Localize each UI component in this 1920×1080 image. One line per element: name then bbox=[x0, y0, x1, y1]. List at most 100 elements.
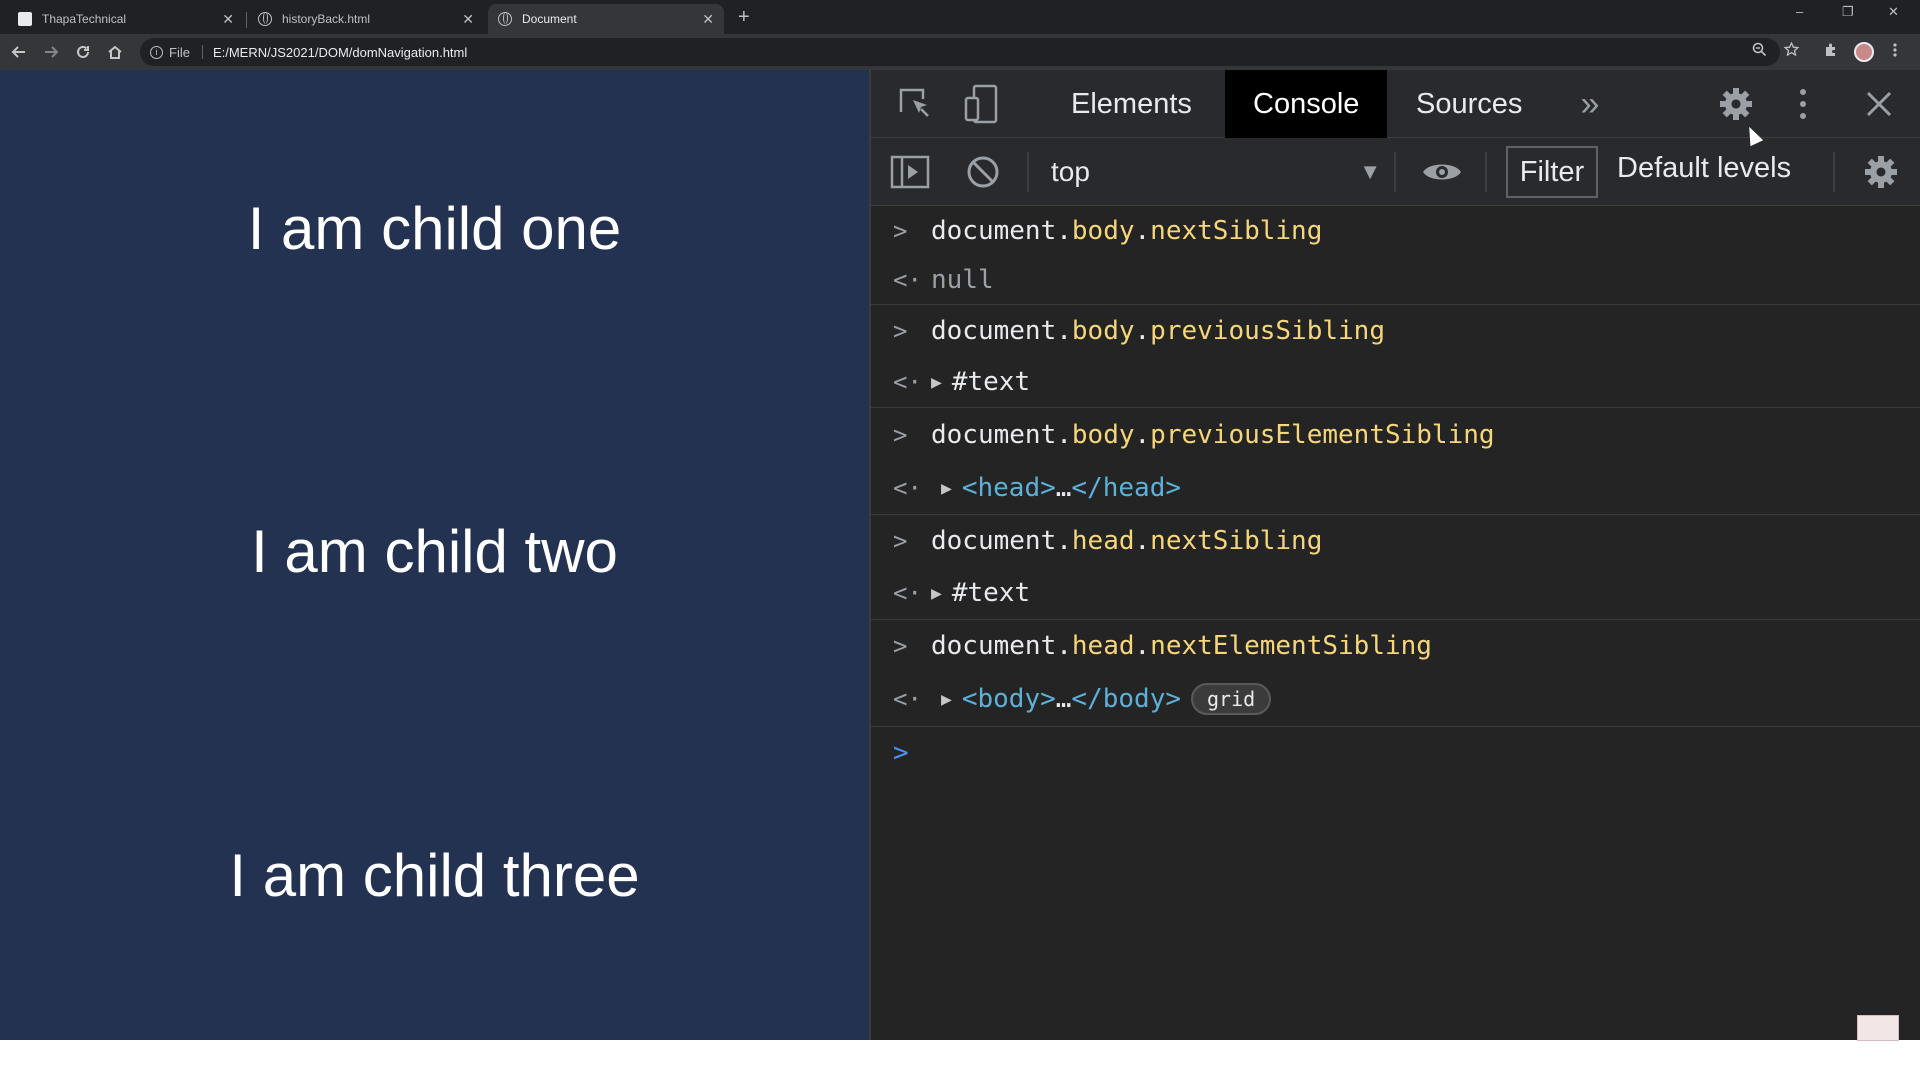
output-arrow-icon: <· bbox=[893, 368, 922, 396]
console-input-line: > document. head. nextSibling bbox=[871, 515, 1920, 567]
input-chevron-icon: > bbox=[893, 217, 908, 245]
omnibox-divider bbox=[201, 45, 203, 59]
console-entry: > document. head. nextSibling <· ▶ #text bbox=[871, 515, 1920, 620]
child-one-text: I am child one bbox=[247, 195, 622, 262]
console-input-line: > document. body. previousSibling bbox=[871, 305, 1920, 357]
tab-divider bbox=[246, 12, 247, 28]
console-output-line[interactable]: <· ▶ <body>… </body> grid bbox=[871, 672, 1920, 726]
device-toolbar-icon[interactable] bbox=[961, 82, 1001, 126]
customize-devtools-menu-icon[interactable] bbox=[1791, 84, 1815, 124]
forward-button[interactable] bbox=[40, 42, 62, 62]
input-chevron-icon: > bbox=[893, 421, 908, 449]
clear-console-icon[interactable] bbox=[963, 152, 1003, 192]
expr-property: nextSibling bbox=[1150, 526, 1323, 556]
output-arrow-icon: <· bbox=[893, 474, 922, 502]
devtools-panel: Elements Console Sources » top ▼ Filter … bbox=[869, 70, 1920, 1041]
tab-elements[interactable]: Elements bbox=[1043, 70, 1220, 138]
console-output-line: <· null bbox=[871, 256, 1920, 304]
expand-triangle-icon[interactable]: ▶ bbox=[941, 689, 952, 710]
more-tabs-chevron-icon[interactable]: » bbox=[1570, 84, 1610, 124]
expr-dot: . bbox=[1056, 316, 1072, 346]
tab-label: Document bbox=[522, 12, 577, 26]
browser-menu-icon[interactable] bbox=[1892, 42, 1898, 62]
home-button[interactable] bbox=[104, 42, 126, 62]
element-ellipsis: … bbox=[1055, 473, 1072, 503]
expand-triangle-icon[interactable]: ▶ bbox=[931, 372, 942, 393]
expr-property: nextElementSibling bbox=[1150, 631, 1432, 661]
output-node[interactable]: #text bbox=[952, 578, 1030, 608]
show-sidebar-icon[interactable] bbox=[889, 152, 931, 192]
grid-badge[interactable]: grid bbox=[1191, 683, 1272, 715]
expr-dot: . bbox=[1134, 216, 1151, 246]
page-viewport: I am child one I am child two I am child… bbox=[0, 70, 869, 1040]
element-close-tag[interactable]: </body> bbox=[1071, 684, 1181, 714]
live-expression-eye-icon[interactable] bbox=[1419, 152, 1465, 192]
element-ellipsis: … bbox=[1055, 684, 1072, 714]
expr-member: body bbox=[1071, 216, 1135, 246]
output-node[interactable]: #text bbox=[952, 367, 1030, 397]
browser-tab-bar: ThapaTechnical ✕ historyBack.html ✕ Docu… bbox=[0, 0, 1920, 34]
expand-triangle-icon[interactable]: ▶ bbox=[941, 478, 952, 499]
console-prompt-line[interactable]: > bbox=[871, 727, 1920, 779]
child-two-text: I am child two bbox=[251, 518, 618, 585]
settings-gear-icon[interactable] bbox=[1716, 84, 1756, 124]
element-close-tag[interactable]: </head> bbox=[1071, 473, 1181, 503]
url-scheme: File bbox=[169, 44, 190, 60]
input-chevron-icon: > bbox=[893, 527, 908, 555]
tab-close-icon[interactable]: ✕ bbox=[222, 11, 234, 28]
expr-property: nextSibling bbox=[1150, 216, 1323, 246]
back-button[interactable] bbox=[8, 42, 30, 62]
extensions-puzzle-icon[interactable] bbox=[1824, 42, 1839, 61]
info-icon[interactable]: i bbox=[150, 45, 163, 59]
output-arrow-icon: <· bbox=[893, 579, 922, 607]
console-output-line[interactable]: <· ▶ #text bbox=[871, 567, 1920, 619]
dropdown-triangle-icon: ▼ bbox=[1359, 159, 1381, 184]
context-selector[interactable]: top ▼ bbox=[1051, 152, 1381, 192]
reload-icon bbox=[77, 45, 89, 58]
expr-object: document bbox=[931, 216, 1057, 246]
minimize-button[interactable]: – bbox=[1796, 4, 1803, 19]
tab-label: historyBack.html bbox=[282, 12, 371, 26]
bookmark-star-icon[interactable] bbox=[1783, 41, 1800, 61]
tab-close-icon[interactable]: ✕ bbox=[702, 11, 714, 28]
zoom-icon[interactable] bbox=[1752, 42, 1767, 61]
expr-dot: . bbox=[1056, 526, 1072, 556]
tab-document[interactable]: Document ✕ bbox=[488, 4, 724, 34]
console-output-line[interactable]: <· ▶ #text bbox=[871, 357, 1920, 407]
filter-input[interactable]: Filter bbox=[1506, 146, 1598, 198]
console-entry: > document. body. nextSibling <· null bbox=[871, 206, 1920, 305]
channel-watermark-logo bbox=[1857, 1015, 1899, 1041]
browser-toolbar: i File E:/MERN/JS2021/DOM/domNavigation.… bbox=[0, 34, 1920, 70]
tab-console[interactable]: Console bbox=[1225, 70, 1388, 138]
expr-dot: . bbox=[1056, 216, 1072, 246]
address-bar[interactable]: i File E:/MERN/JS2021/DOM/domNavigation.… bbox=[140, 38, 1780, 66]
console-entry: > document. body. previousSibling <· ▶ #te… bbox=[871, 305, 1920, 408]
expr-dot: . bbox=[1134, 526, 1151, 556]
tab-historyback[interactable]: historyBack.html ✕ bbox=[248, 4, 484, 34]
prompt-chevron-icon: > bbox=[893, 738, 909, 768]
restore-button[interactable]: ❐ bbox=[1842, 4, 1854, 20]
element-open-tag[interactable]: <head> bbox=[962, 473, 1056, 503]
tab-label: ThapaTechnical bbox=[42, 12, 127, 26]
console-input-line: > document. body. nextSibling bbox=[871, 206, 1920, 256]
globe-icon bbox=[258, 12, 272, 26]
close-devtools-icon[interactable] bbox=[1861, 86, 1897, 122]
arrow-right-icon bbox=[45, 46, 59, 58]
tab-thapatechnical[interactable]: ThapaTechnical ✕ bbox=[8, 4, 244, 34]
tab-sources[interactable]: Sources bbox=[1388, 70, 1550, 138]
console-output-line[interactable]: <· ▶ <head>… </head> bbox=[871, 462, 1920, 514]
expand-triangle-icon[interactable]: ▶ bbox=[931, 583, 942, 604]
devtools-main-toolbar: Elements Console Sources » bbox=[871, 70, 1920, 138]
inspect-element-icon[interactable] bbox=[895, 84, 935, 124]
console-input-line: > document. head. nextElementSibling bbox=[871, 620, 1920, 672]
close-window-button[interactable]: ✕ bbox=[1888, 4, 1899, 20]
new-tab-button[interactable]: + bbox=[738, 6, 750, 28]
output-value: null bbox=[931, 265, 994, 295]
reload-button[interactable] bbox=[72, 42, 94, 62]
tab-close-icon[interactable]: ✕ bbox=[462, 11, 474, 28]
profile-avatar[interactable] bbox=[1854, 42, 1874, 62]
toolbar-divider bbox=[1027, 152, 1029, 192]
log-levels-dropdown[interactable]: Default levels bbox=[1617, 152, 1791, 185]
element-open-tag[interactable]: <body> bbox=[962, 684, 1056, 714]
console-settings-gear-icon[interactable] bbox=[1861, 152, 1901, 192]
